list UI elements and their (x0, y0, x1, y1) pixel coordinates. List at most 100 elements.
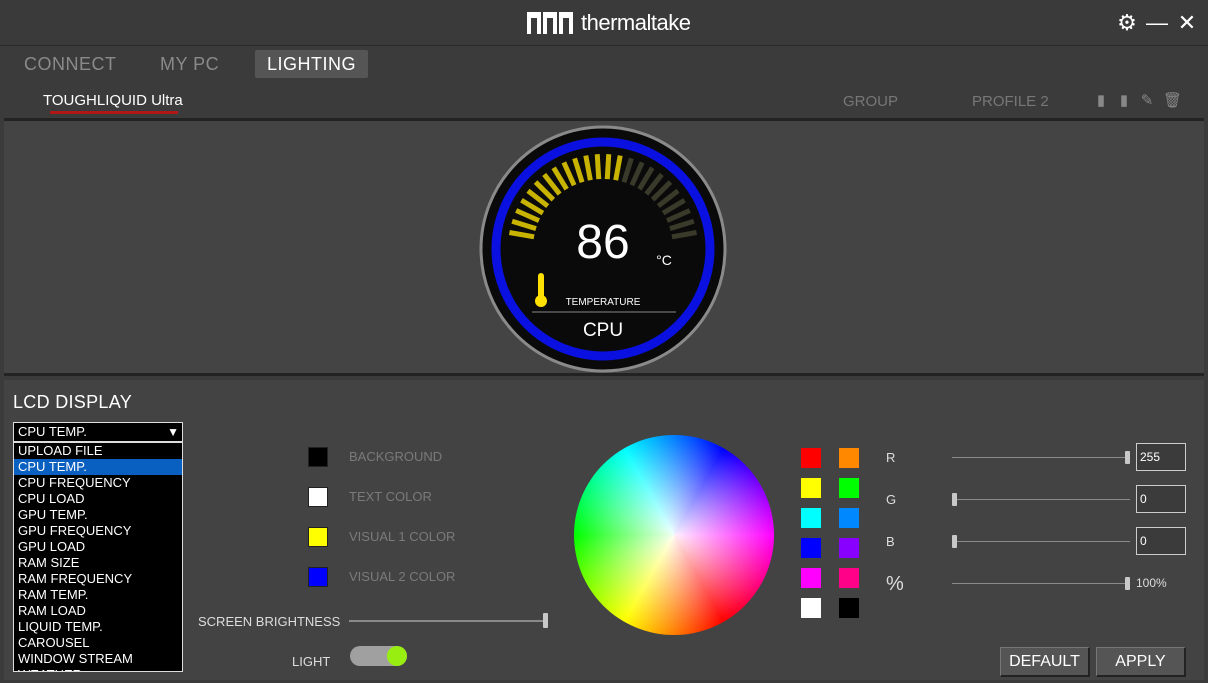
color-wheel[interactable] (574, 435, 774, 635)
dropdown-option[interactable]: CPU FREQUENCY (14, 475, 182, 491)
palette-color[interactable] (801, 478, 821, 498)
palette-color[interactable] (839, 598, 859, 618)
brightness-label: SCREEN BRIGHTNESS (198, 614, 341, 629)
dropdown-option[interactable]: CAROUSEL (14, 635, 182, 651)
gear-icon[interactable]: ⚙ (1116, 12, 1138, 34)
color-swatch[interactable] (308, 447, 328, 467)
minimize-icon[interactable]: — (1146, 12, 1168, 34)
display-mode-select[interactable]: CPU TEMP. ▼ (13, 422, 183, 442)
dropdown-option[interactable]: CPU TEMP. (14, 459, 182, 475)
gauge-tick (604, 154, 612, 180)
default-button[interactable]: DEFAULT (1000, 647, 1090, 677)
brightness-thumb[interactable] (543, 613, 548, 628)
dropdown-option[interactable]: RAM SIZE (14, 555, 182, 571)
palette-color[interactable] (801, 508, 821, 528)
percent-value: 100% (1136, 576, 1167, 590)
light-label: LIGHT (292, 654, 331, 669)
group-link[interactable]: GROUP (843, 93, 898, 110)
b-slider[interactable] (952, 541, 1130, 542)
b-input[interactable]: 0 (1136, 527, 1186, 555)
dropdown-option[interactable]: WINDOW STREAM (14, 651, 182, 667)
color-setting-row: VISUAL 1 COLOR (308, 526, 455, 548)
close-icon[interactable]: ✕ (1176, 12, 1198, 34)
lcd-value: 86 (576, 216, 629, 269)
r-label: R (886, 450, 896, 465)
r-thumb[interactable] (1125, 451, 1130, 464)
dropdown-option[interactable]: CPU LOAD (14, 491, 182, 507)
logo-mark-icon (527, 12, 573, 34)
percent-label: % (886, 573, 904, 595)
lcd-preview: 86 °C TEMPERATURE CPU (479, 125, 727, 373)
apply-button[interactable]: APPLY (1096, 647, 1186, 677)
dropdown-option[interactable]: GPU TEMP. (14, 507, 182, 523)
palette-color[interactable] (839, 538, 859, 558)
palette-color[interactable] (839, 478, 859, 498)
lcd-caption: TEMPERATURE (566, 297, 641, 308)
main-nav: CONNECT MY PC LIGHTING (0, 46, 1208, 80)
save-icon[interactable]: ▮ (1094, 92, 1108, 110)
b-thumb[interactable] (952, 535, 957, 548)
color-setting-label: VISUAL 2 COLOR (349, 569, 456, 584)
brightness-slider[interactable] (349, 620, 545, 622)
palette-color[interactable] (801, 568, 821, 588)
section-title: LCD DISPLAY (13, 392, 133, 412)
palette-color[interactable] (801, 598, 821, 618)
toggle-knob (387, 646, 407, 666)
display-mode-options: UPLOAD FILE CPU TEMP. CPU FREQUENCY CPU LOA… (13, 442, 183, 672)
palette-color[interactable] (801, 448, 821, 468)
palette-color[interactable] (839, 568, 859, 588)
device-tab-underline (50, 111, 178, 114)
gauge-tick (594, 154, 602, 180)
dropdown-option[interactable]: RAM FREQUENCY (14, 571, 182, 587)
dropdown-option[interactable]: GPU LOAD (14, 539, 182, 555)
color-setting-label: BACKGROUND (349, 449, 443, 464)
chevron-down-icon: ▼ (167, 425, 179, 439)
lcd-settings: LCD DISPLAY CPU TEMP. ▼ UPLOAD FILE CPU T… (4, 380, 1204, 680)
r-input[interactable]: 255 (1136, 443, 1186, 471)
percent-thumb[interactable] (1125, 577, 1130, 590)
color-swatch[interactable] (308, 567, 328, 587)
light-toggle[interactable] (350, 646, 407, 666)
tab-my-pc[interactable]: MY PC (148, 50, 231, 78)
g-thumb[interactable] (952, 493, 957, 506)
app-window: thermaltake ⚙ — ✕ CONNECT MY PC LIGHTING… (0, 0, 1208, 683)
palette-color[interactable] (839, 448, 859, 468)
window-controls: ⚙ — ✕ (1116, 12, 1198, 34)
g-slider[interactable] (952, 499, 1130, 500)
dropdown-option[interactable]: RAM LOAD (14, 603, 182, 619)
b-label: B (886, 534, 895, 549)
lcd-preview-panel: 86 °C TEMPERATURE CPU (4, 118, 1204, 376)
g-label: G (886, 492, 897, 507)
dropdown-option[interactable]: GPU FREQUENCY (14, 523, 182, 539)
color-setting-label: TEXT COLOR (349, 489, 432, 504)
lcd-unit: °C (656, 252, 672, 268)
sub-nav: TOUGHLIQUID Ultra GROUP PROFILE 2 ▮ ▮ ✎ … (0, 84, 1208, 114)
color-setting-row: VISUAL 2 COLOR (308, 566, 455, 588)
thermaltake-logo: thermaltake (527, 10, 691, 36)
logo-text: thermaltake (581, 10, 691, 35)
tab-connect[interactable]: CONNECT (12, 50, 129, 78)
profile-link[interactable]: PROFILE 2 (972, 93, 1049, 110)
g-input[interactable]: 0 (1136, 485, 1186, 513)
color-setting-label: VISUAL 1 COLOR (349, 529, 456, 544)
color-swatch[interactable] (308, 527, 328, 547)
palette-color[interactable] (801, 538, 821, 558)
tab-lighting[interactable]: LIGHTING (255, 50, 369, 78)
title-bar: thermaltake ⚙ — ✕ (0, 0, 1208, 46)
edit-icon[interactable]: ✎ (1140, 92, 1154, 110)
dropdown-option[interactable]: UPLOAD FILE (14, 443, 182, 459)
color-setting-row: BACKGROUND (308, 446, 442, 468)
r-slider[interactable] (952, 457, 1130, 458)
dropdown-option[interactable]: WEATHER (14, 667, 182, 671)
dropdown-option[interactable]: RAM TEMP. (14, 587, 182, 603)
lcd-source: CPU (583, 320, 623, 341)
select-value: CPU TEMP. (18, 424, 87, 439)
delete-icon[interactable]: 🗑 (1163, 92, 1182, 110)
percent-slider[interactable] (952, 583, 1130, 584)
copy-icon[interactable]: ▮ (1117, 92, 1131, 110)
dropdown-option[interactable]: LIQUID TEMP. (14, 619, 182, 635)
color-swatch[interactable] (308, 487, 328, 507)
color-setting-row: TEXT COLOR (308, 486, 432, 508)
device-tab[interactable]: TOUGHLIQUID Ultra (43, 92, 183, 109)
palette-color[interactable] (839, 508, 859, 528)
